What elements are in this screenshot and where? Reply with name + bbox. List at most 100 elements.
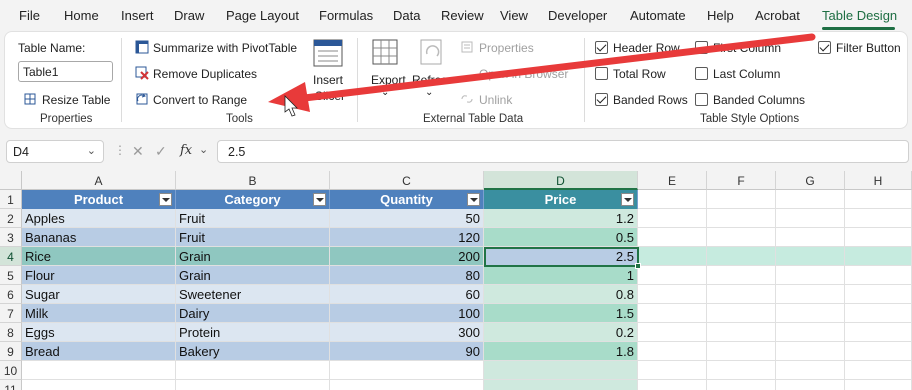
unlink-button[interactable]: Unlink (479, 93, 512, 107)
cell[interactable] (845, 285, 912, 304)
cell[interactable] (330, 380, 484, 390)
table-cell[interactable]: Bananas (22, 228, 176, 247)
table-header-quantity[interactable]: Quantity (330, 190, 484, 209)
tab-review[interactable]: Review (441, 8, 484, 23)
cell[interactable] (707, 304, 776, 323)
column-header-f[interactable]: F (707, 171, 776, 190)
formula-input[interactable]: 2.5 (217, 140, 909, 163)
cell[interactable] (776, 247, 845, 266)
cell[interactable] (845, 190, 912, 209)
cell[interactable] (330, 361, 484, 380)
table-cell[interactable]: Fruit (176, 209, 330, 228)
row-header-5[interactable]: 5 (0, 266, 22, 285)
filter-dropdown-icon[interactable] (159, 193, 172, 206)
table-cell[interactable]: 0.8 (484, 285, 638, 304)
export-button[interactable]: Export (371, 73, 406, 87)
insert-slicer-button[interactable]: Insert (313, 73, 343, 87)
table-name-input[interactable]: Table1 (18, 61, 113, 82)
more-options-icon[interactable]: ⋮ (114, 143, 126, 157)
cell[interactable] (845, 380, 912, 390)
filter-dropdown-icon[interactable] (467, 193, 480, 206)
filter-dropdown-icon[interactable] (313, 193, 326, 206)
cell[interactable] (638, 190, 707, 209)
column-header-h[interactable]: H (845, 171, 912, 190)
fill-handle[interactable] (635, 263, 641, 269)
cell[interactable] (707, 228, 776, 247)
cell[interactable] (638, 323, 707, 342)
cell[interactable] (22, 380, 176, 390)
table-cell[interactable]: Fruit (176, 228, 330, 247)
cell[interactable] (845, 266, 912, 285)
external-properties-button[interactable]: Properties (479, 41, 534, 55)
table-cell[interactable]: 0.2 (484, 323, 638, 342)
cell[interactable] (176, 361, 330, 380)
table-cell[interactable]: 1 (484, 266, 638, 285)
cell[interactable] (707, 342, 776, 361)
cell[interactable] (707, 380, 776, 390)
cell[interactable] (638, 342, 707, 361)
open-in-browser-button[interactable]: Open in Browser (479, 67, 568, 81)
last-column-checkbox[interactable] (695, 67, 708, 80)
table-cell[interactable]: 1.2 (484, 209, 638, 228)
cell[interactable] (707, 247, 776, 266)
cell[interactable] (22, 361, 176, 380)
refresh-button[interactable]: Refresh (412, 73, 446, 87)
total-row-checkbox[interactable] (595, 67, 608, 80)
tab-view[interactable]: View (500, 8, 528, 23)
table-cell[interactable]: 60 (330, 285, 484, 304)
table-cell[interactable]: 90 (330, 342, 484, 361)
cell[interactable] (776, 228, 845, 247)
cell[interactable] (845, 304, 912, 323)
table-cell[interactable]: 80 (330, 266, 484, 285)
tab-formulas[interactable]: Formulas (319, 8, 373, 23)
cell[interactable] (845, 209, 912, 228)
summarize-pivot-button[interactable]: Summarize with PivotTable (153, 41, 297, 55)
select-all-corner[interactable] (0, 171, 22, 190)
name-box-chevron-icon[interactable]: ⌄ (87, 144, 96, 157)
table-cell[interactable]: 200 (330, 247, 484, 266)
tab-draw[interactable]: Draw (174, 8, 204, 23)
tab-insert[interactable]: Insert (121, 8, 154, 23)
table-cell[interactable]: Apples (22, 209, 176, 228)
cell[interactable] (776, 285, 845, 304)
cell[interactable] (845, 247, 912, 266)
table-cell[interactable]: Protein (176, 323, 330, 342)
tab-home[interactable]: Home (64, 8, 99, 23)
table-header-product[interactable]: Product (22, 190, 176, 209)
insert-function-icon[interactable]: fx (180, 143, 192, 158)
cell[interactable] (776, 380, 845, 390)
cell[interactable] (845, 361, 912, 380)
column-header-a[interactable]: A (22, 171, 176, 190)
resize-table-button[interactable]: Resize Table (42, 93, 110, 107)
table-cell[interactable]: 300 (330, 323, 484, 342)
cancel-icon[interactable]: ✕ (132, 143, 144, 160)
column-header-g[interactable]: G (776, 171, 845, 190)
filter-dropdown-icon[interactable] (621, 193, 634, 206)
table-cell[interactable]: 1.8 (484, 342, 638, 361)
table-cell[interactable]: Sugar (22, 285, 176, 304)
cell[interactable] (484, 380, 638, 390)
table-cell[interactable]: 120 (330, 228, 484, 247)
cell[interactable] (776, 342, 845, 361)
cell[interactable] (638, 361, 707, 380)
row-header-3[interactable]: 3 (0, 228, 22, 247)
cell[interactable] (845, 342, 912, 361)
row-header-7[interactable]: 7 (0, 304, 22, 323)
table-cell[interactable]: Milk (22, 304, 176, 323)
cell[interactable] (638, 304, 707, 323)
tab-developer[interactable]: Developer (548, 8, 607, 23)
column-header-e[interactable]: E (638, 171, 707, 190)
table-cell[interactable]: 1.5 (484, 304, 638, 323)
row-header-4[interactable]: 4 (0, 247, 22, 266)
table-cell[interactable]: 50 (330, 209, 484, 228)
row-header-9[interactable]: 9 (0, 342, 22, 361)
cell[interactable] (776, 323, 845, 342)
table-cell[interactable]: Bakery (176, 342, 330, 361)
tab-automate[interactable]: Automate (630, 8, 686, 23)
column-header-b[interactable]: B (176, 171, 330, 190)
table-cell[interactable]: Dairy (176, 304, 330, 323)
column-header-d[interactable]: D (484, 171, 638, 190)
table-cell[interactable]: 0.5 (484, 228, 638, 247)
cell[interactable] (845, 228, 912, 247)
table-cell[interactable]: Eggs (22, 323, 176, 342)
